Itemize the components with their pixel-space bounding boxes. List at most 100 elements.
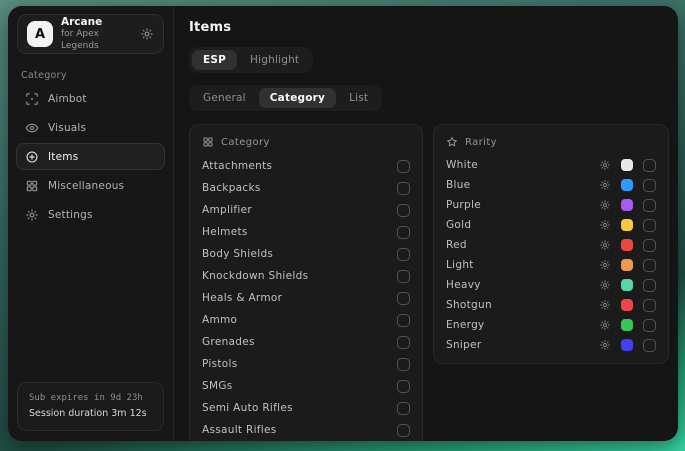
rarity-row-label: White [446, 159, 599, 171]
rarity-color-swatch[interactable] [621, 339, 633, 351]
page-title: Items [189, 20, 669, 35]
rarity-row: Shotgun [446, 295, 656, 315]
category-checkbox[interactable] [397, 358, 410, 371]
rarity-checkbox[interactable] [643, 239, 656, 252]
main-content: Items ESP Highlight General Category Lis… [174, 6, 678, 441]
category-checkbox[interactable] [397, 336, 410, 349]
rarity-row: Blue [446, 175, 656, 195]
rarity-settings-gear-icon[interactable] [599, 279, 611, 291]
category-checkbox[interactable] [397, 270, 410, 283]
grid-icon [202, 136, 214, 148]
rarity-color-swatch[interactable] [621, 239, 633, 251]
category-row-label: Assault Rifles [202, 424, 397, 436]
category-row: Body Shields [202, 243, 410, 265]
rarity-settings-gear-icon[interactable] [599, 319, 611, 331]
sidebar-nav-item[interactable]: Settings [16, 201, 165, 228]
segment-button[interactable]: Highlight [239, 50, 310, 70]
rarity-checkbox[interactable] [643, 339, 656, 352]
segment-button[interactable]: General [192, 88, 257, 108]
category-row: Semi Auto Rifles [202, 397, 410, 419]
target-icon [25, 150, 39, 164]
rarity-settings-gear-icon[interactable] [599, 259, 611, 271]
rarity-color-swatch[interactable] [621, 179, 633, 191]
viewfinder-icon [25, 92, 39, 106]
category-checkbox[interactable] [397, 424, 410, 437]
rarity-row-label: Energy [446, 319, 599, 331]
rarity-color-swatch[interactable] [621, 259, 633, 271]
category-row: Grenades [202, 331, 410, 353]
grid-icon [25, 179, 39, 193]
rarity-settings-gear-icon[interactable] [599, 339, 611, 351]
rarity-row: Light [446, 255, 656, 275]
rarity-checkbox[interactable] [643, 219, 656, 232]
rarity-checkbox[interactable] [643, 259, 656, 272]
category-checkbox[interactable] [397, 182, 410, 195]
rarity-row: Heavy [446, 275, 656, 295]
category-row: Pistols [202, 353, 410, 375]
rarity-color-swatch[interactable] [621, 299, 633, 311]
category-row-label: Grenades [202, 336, 397, 348]
brand-card: A Arcane for Apex Legends [17, 14, 164, 54]
category-checkbox[interactable] [397, 314, 410, 327]
rarity-checkbox[interactable] [643, 279, 656, 292]
category-checkbox[interactable] [397, 226, 410, 239]
rarity-settings-gear-icon[interactable] [599, 199, 611, 211]
rarity-color-swatch[interactable] [621, 279, 633, 291]
rarity-settings-gear-icon[interactable] [599, 219, 611, 231]
rarity-checkbox[interactable] [643, 159, 656, 172]
rarity-checkbox[interactable] [643, 299, 656, 312]
rarity-panel: Rarity White Blue Purple Gold Red Light [433, 124, 669, 364]
items-tabs: General Category List [189, 85, 382, 111]
rarity-row: Energy [446, 315, 656, 335]
star-icon [446, 136, 458, 148]
category-checkbox[interactable] [397, 204, 410, 217]
gear-icon[interactable] [140, 27, 154, 41]
rarity-row-label: Red [446, 239, 599, 251]
category-row-label: Ammo [202, 314, 397, 326]
rarity-color-swatch[interactable] [621, 199, 633, 211]
category-checkbox[interactable] [397, 248, 410, 261]
rarity-color-swatch[interactable] [621, 159, 633, 171]
sidebar-nav-item[interactable]: Aimbot [16, 85, 165, 112]
rarity-checkbox[interactable] [643, 319, 656, 332]
rarity-row: White [446, 155, 656, 175]
rarity-row-label: Sniper [446, 339, 599, 351]
esp-mode-toggle: ESP Highlight [189, 47, 313, 73]
brand-logo: A [27, 21, 53, 47]
rarity-settings-gear-icon[interactable] [599, 299, 611, 311]
category-row-label: SMGs [202, 380, 397, 392]
category-row-label: Knockdown Shields [202, 270, 397, 282]
rarity-color-swatch[interactable] [621, 219, 633, 231]
sidebar-nav-item[interactable]: Items [16, 143, 165, 170]
category-checkbox[interactable] [397, 402, 410, 415]
segment-button[interactable]: Category [259, 88, 336, 108]
gear-icon [25, 208, 39, 222]
rarity-settings-gear-icon[interactable] [599, 159, 611, 171]
category-row: Backpacks [202, 177, 410, 199]
category-row-label: Semi Auto Rifles [202, 402, 397, 414]
rarity-panel-title: Rarity [465, 137, 497, 148]
rarity-row-label: Light [446, 259, 599, 271]
rarity-checkbox[interactable] [643, 199, 656, 212]
rarity-row: Sniper [446, 335, 656, 355]
app-window: A Arcane for Apex Legends Category Aimbo… [8, 6, 678, 441]
rarity-settings-gear-icon[interactable] [599, 179, 611, 191]
sidebar-nav-item[interactable]: Visuals [16, 114, 165, 141]
category-panel-title: Category [221, 137, 270, 148]
rarity-color-swatch[interactable] [621, 319, 633, 331]
category-row-label: Heals & Armor [202, 292, 397, 304]
category-checkbox[interactable] [397, 160, 410, 173]
rarity-settings-gear-icon[interactable] [599, 239, 611, 251]
category-checkbox[interactable] [397, 380, 410, 393]
category-checkbox[interactable] [397, 292, 410, 305]
segment-button[interactable]: ESP [192, 50, 237, 70]
sub-expiry-text: Sub expires in 9d 23h [29, 391, 152, 406]
sidebar-nav-item[interactable]: Miscellaneous [16, 172, 165, 199]
rarity-checkbox[interactable] [643, 179, 656, 192]
category-row-label: Amplifier [202, 204, 397, 216]
category-panel: Category Attachments Backpacks Amplifier… [189, 124, 423, 441]
segment-button[interactable]: List [338, 88, 379, 108]
brand-title: Arcane [61, 16, 132, 29]
category-row: Knockdown Shields [202, 265, 410, 287]
rarity-row-label: Gold [446, 219, 599, 231]
